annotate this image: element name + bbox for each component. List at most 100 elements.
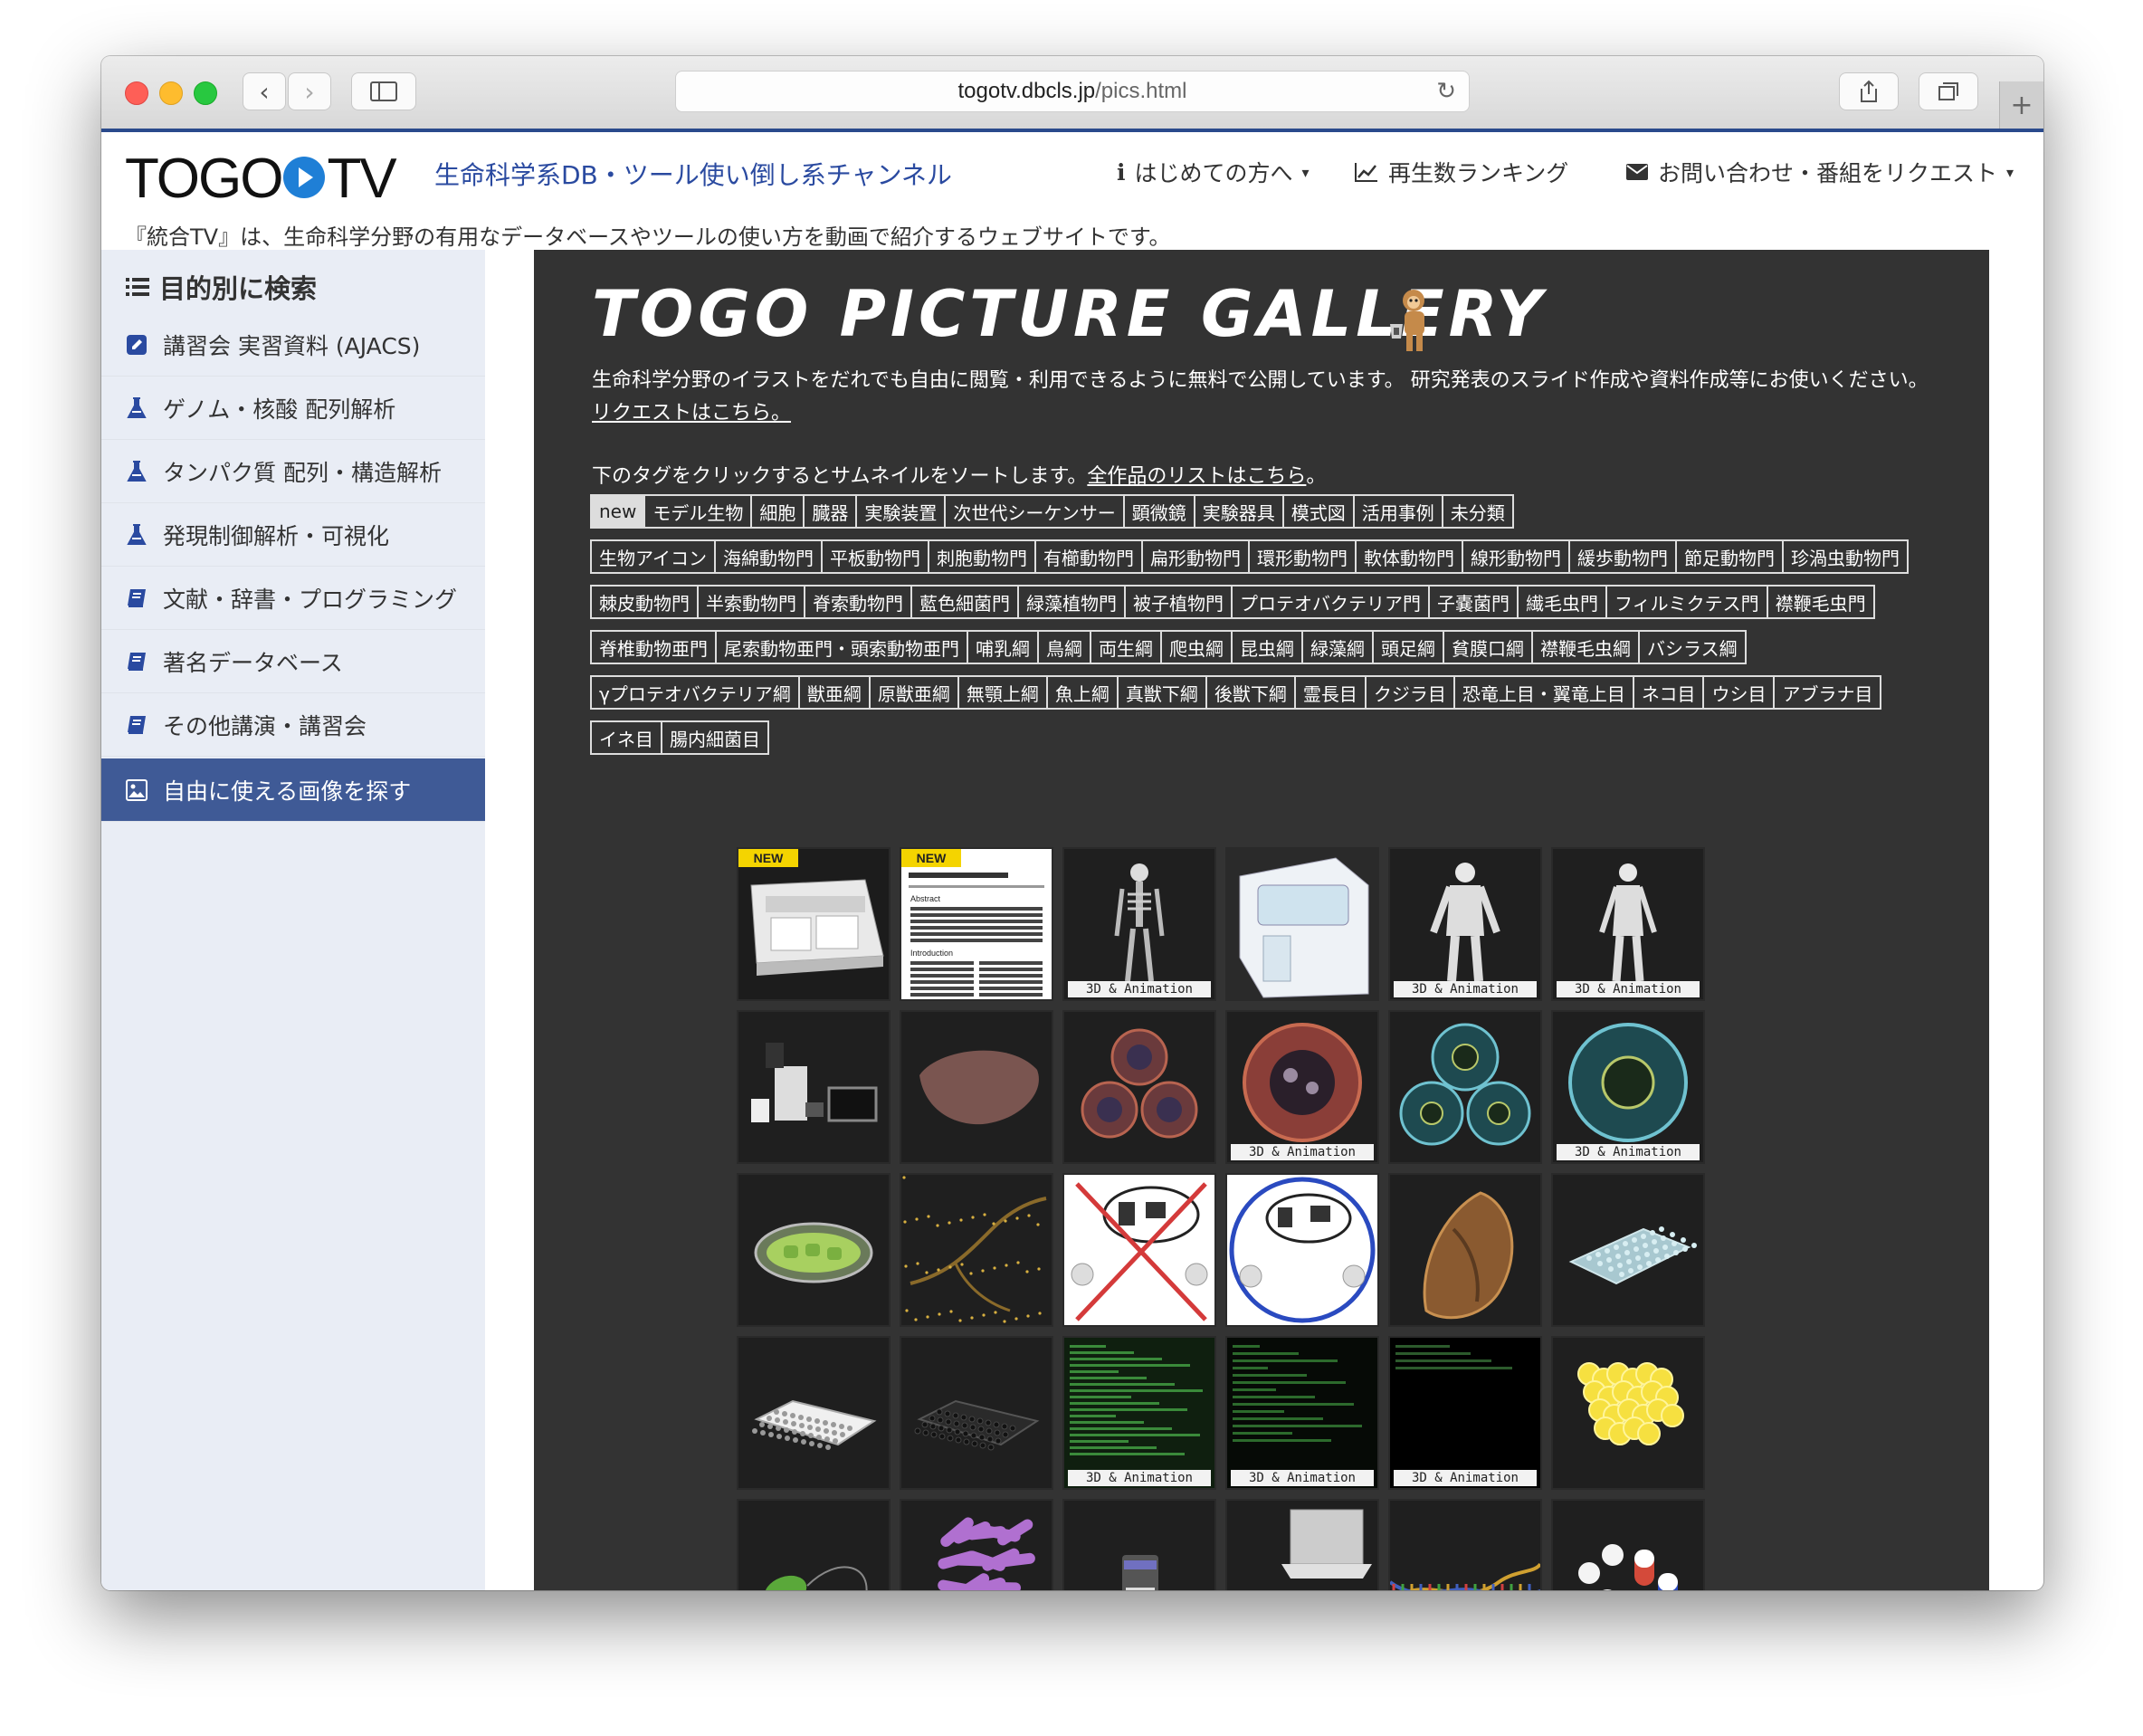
thumbnail-well-plate-clear[interactable] [1551,1173,1705,1327]
sidebar-item-images[interactable]: 自由に使える画像を探す [101,758,485,822]
tag-filter[interactable]: 襟鞭毛虫門 [1766,585,1875,619]
tag-filter[interactable]: 棘皮動物門 [590,585,699,619]
tag-filter[interactable]: 臓器 [803,494,858,529]
thumbnail-terminal-black[interactable]: 3D & Animation [1388,1336,1542,1490]
tag-filter[interactable]: 有櫛動物門 [1034,539,1143,574]
thumbnail-sequencer-device[interactable] [1062,1499,1216,1590]
tag-filter[interactable]: 扁形動物門 [1141,539,1250,574]
thumbnail-terminal-green[interactable]: 3D & Animation [1062,1336,1216,1490]
request-link[interactable]: リクエストはこちら。 [592,396,791,425]
tag-filter[interactable]: 緩歩動物門 [1568,539,1677,574]
thumbnail-yellow-beads[interactable] [1551,1336,1705,1490]
tag-filter[interactable]: 後獣下綱 [1205,675,1296,710]
thumbnail-cell-red[interactable]: 3D & Animation [1225,1010,1379,1164]
back-button[interactable]: ‹ [243,72,286,110]
thumbnail-sequencer-flowcell[interactable]: NEW [737,847,891,1001]
tag-filter[interactable]: 平板動物門 [821,539,929,574]
thumbnail-well-plate-white[interactable] [737,1336,891,1490]
thumbnail-human-male-body[interactable]: 3D & Animation [1388,847,1542,1001]
thumbnail-chloroplast[interactable] [737,1173,891,1327]
tag-filter[interactable]: 脊椎動物亜門 [590,630,717,664]
tag-filter[interactable]: 繊毛虫門 [1517,585,1607,619]
tag-filter[interactable]: 被子植物門 [1124,585,1233,619]
tag-filter[interactable]: 緑藻綱 [1301,630,1374,664]
thumbnail-cryostat-machine[interactable] [1225,847,1379,1001]
tag-filter[interactable]: 模式図 [1281,494,1355,529]
thumbnail-pills-capsules[interactable] [1551,1499,1705,1590]
maximize-window-button[interactable] [194,81,217,105]
tag-filter[interactable]: 未分類 [1441,494,1514,529]
tag-filter[interactable]: 細胞 [750,494,805,529]
tag-filter[interactable]: クジラ目 [1364,675,1455,710]
tag-filter[interactable]: 魚上綱 [1045,675,1119,710]
sidebar-item-ajacs[interactable]: 講習会 実習資料 (AJACS) [101,313,485,377]
thumbnail-sns-bad-example[interactable] [1062,1173,1216,1327]
tag-filter[interactable]: プロテオバクテリア門 [1231,585,1430,619]
tag-filter[interactable]: ウシ目 [1702,675,1776,710]
tag-filter[interactable]: 生物アイコン [590,539,716,574]
close-window-button[interactable] [125,81,148,105]
thumbnail-laptop-sequencer[interactable] [1225,1499,1379,1590]
tag-filter[interactable]: ネコ目 [1632,675,1705,710]
tag-filter[interactable]: フィルミクテス門 [1605,585,1768,619]
tag-filter[interactable]: 脊索動物門 [804,585,912,619]
tag-filter[interactable]: 腸内細菌目 [661,720,769,755]
tag-filter[interactable]: 実験装置 [855,494,947,529]
tag-filter[interactable]: 子嚢菌門 [1428,585,1519,619]
tag-filter[interactable]: new [590,494,646,529]
thumbnail-terminal-dark[interactable]: 3D & Animation [1225,1336,1379,1490]
thumbnail-insect-moth[interactable] [1388,1173,1542,1327]
thumbnail-well-plate-black[interactable] [900,1336,1053,1490]
minimize-window-button[interactable] [159,81,183,105]
tag-filter[interactable]: 実験器具 [1193,494,1284,529]
thumbnail-human-female-body[interactable]: 3D & Animation [1551,847,1705,1001]
full-list-link[interactable]: 全作品のリストはこちら [1087,465,1306,488]
tag-filter[interactable]: 半索動物門 [697,585,805,619]
tag-filter[interactable]: 環形動物門 [1248,539,1357,574]
thumbnail-dna-helix[interactable] [1388,1499,1542,1590]
tabs-overview-button[interactable] [1919,72,1978,110]
tag-filter[interactable]: 珍渦虫動物門 [1782,539,1909,574]
tag-filter[interactable]: 次世代シーケンサー [944,494,1125,529]
tag-filter[interactable]: アブラナ目 [1773,675,1882,710]
nav-ranking[interactable]: 再生数ランキング [1354,156,1568,188]
thumbnail-cell-blue[interactable]: 3D & Animation [1551,1010,1705,1164]
forward-button[interactable]: › [288,72,331,110]
site-tagline[interactable]: 生命科学系DB・ツール使い倒し系チャンネル [434,156,952,192]
tag-filter[interactable]: 海綿動物門 [714,539,823,574]
tag-filter[interactable]: 活用事例 [1352,494,1443,529]
sidebar-item-databases[interactable]: 著名データベース [101,630,485,693]
sidebar-toggle-button[interactable] [351,72,416,110]
site-logo[interactable]: TOGO TV [125,147,397,211]
tag-filter[interactable]: 緑藻植物門 [1017,585,1126,619]
tag-filter[interactable]: 恐竜上目・翼竜上目 [1452,675,1634,710]
sidebar-item-lectures[interactable]: その他講演・講習会 [101,693,485,757]
sidebar-item-expression[interactable]: 発現制御解析・可視化 [101,503,485,567]
thumbnail-microscope-system[interactable] [737,1010,891,1164]
sidebar-item-genome[interactable]: ゲノム・核酸 配列解析 [101,377,485,440]
tag-filter[interactable]: 節足動物門 [1675,539,1784,574]
thumbnail-liver-organ[interactable] [900,1010,1053,1164]
tag-filter[interactable]: 鳥綱 [1037,630,1091,664]
tag-filter[interactable]: 霊長目 [1293,675,1367,710]
tag-filter[interactable]: 両生綱 [1090,630,1162,664]
thumbnail-sns-good-example[interactable] [1225,1173,1379,1327]
reload-icon[interactable]: ↻ [1436,77,1456,105]
tag-filter[interactable]: モデル生物 [643,494,753,529]
tag-filter[interactable]: バシラス綱 [1638,630,1747,664]
thumbnail-cell-cluster-blue[interactable] [1388,1010,1542,1164]
tag-filter[interactable]: 軟体動物門 [1355,539,1463,574]
tag-filter[interactable]: 哺乳綱 [967,630,1039,664]
tag-filter[interactable]: 昆虫綱 [1231,630,1303,664]
tag-filter[interactable]: 頭足綱 [1372,630,1444,664]
address-bar[interactable]: togotv.dbcls.jp/pics.html ↻ [675,71,1470,112]
thumbnail-fungal-hyphae[interactable] [900,1173,1053,1327]
tag-filter[interactable]: 襟鞭毛虫綱 [1531,630,1640,664]
sidebar-item-literature[interactable]: 文献・辞書・プログラミング [101,567,485,630]
tag-filter[interactable]: 原獣亜綱 [868,675,959,710]
thumbnail-purple-crystals[interactable] [900,1499,1053,1590]
tag-filter[interactable]: 獣亜綱 [797,675,871,710]
tag-filter[interactable]: イネ目 [590,720,662,755]
thumbnail-human-skeleton[interactable]: 3D & Animation [1062,847,1216,1001]
tag-filter[interactable]: 刺胞動物門 [928,539,1036,574]
